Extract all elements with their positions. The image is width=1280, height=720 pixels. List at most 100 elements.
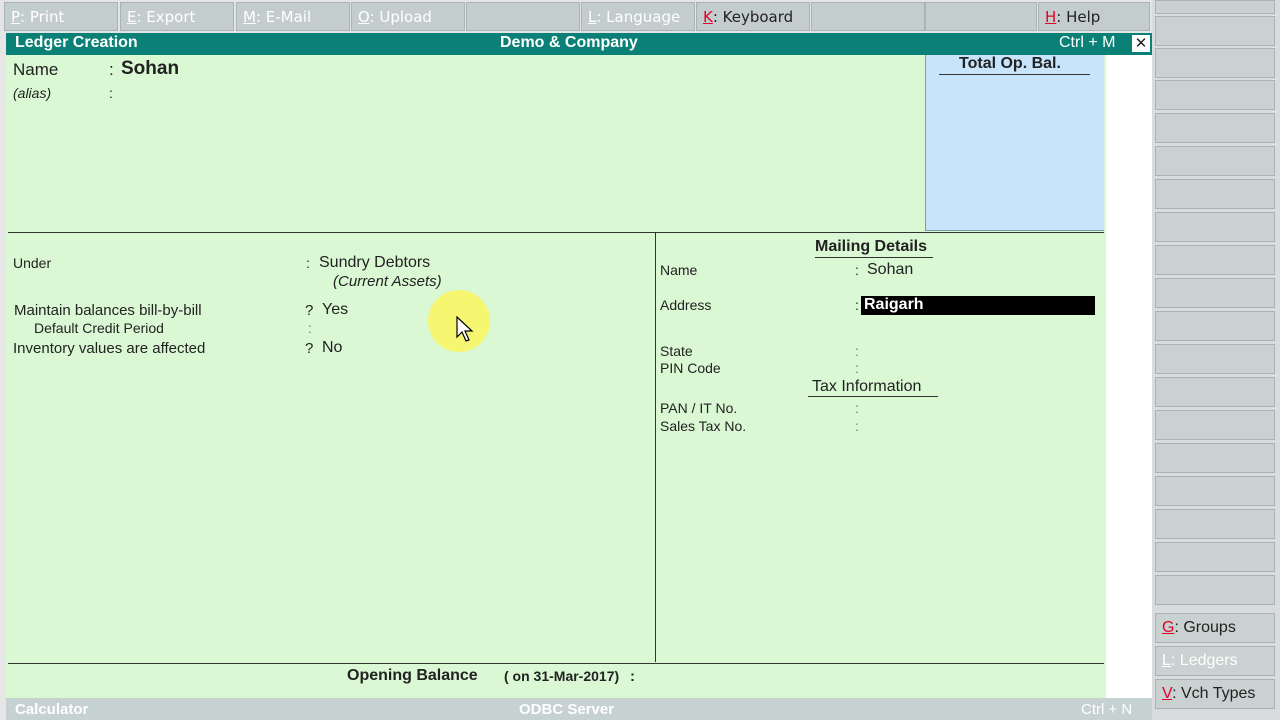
sidebar-button[interactable]: [1155, 113, 1275, 143]
colon: :: [109, 60, 114, 79]
button-sidebar: G: Groups L: Ledgers V: Vch Types: [1152, 0, 1280, 720]
credit-period-input[interactable]: [320, 320, 520, 336]
under-sub-group: (Current Assets): [333, 273, 442, 290]
print-button[interactable]: P: Print: [4, 2, 118, 31]
button-label: : Groups: [1174, 619, 1236, 636]
button-label: : Ledgers: [1170, 652, 1238, 669]
bottom-bar: Calculator ODBC Server Ctrl + N: [6, 698, 1152, 720]
sidebar-button[interactable]: [1155, 311, 1275, 341]
mailing-name-field[interactable]: Sohan: [867, 261, 913, 279]
sidebar-button[interactable]: [1155, 377, 1275, 407]
hotkey: M: [243, 8, 256, 26]
calculator-label[interactable]: Calculator: [15, 701, 88, 718]
pin-code-input[interactable]: [867, 360, 1087, 376]
hotkey: K: [703, 8, 713, 26]
colon: :: [855, 360, 859, 376]
sidebar-button[interactable]: [1155, 179, 1275, 209]
colon: :: [855, 418, 859, 434]
section-divider: [8, 232, 1104, 233]
sidebar-button[interactable]: [1155, 476, 1275, 506]
top-toolbar: P: Print E: Export M: E-Mail O: Upload L…: [0, 0, 1152, 33]
close-icon[interactable]: ✕: [1132, 35, 1150, 52]
under-field[interactable]: Sundry Debtors: [319, 254, 430, 272]
groups-button[interactable]: G: Groups: [1155, 613, 1275, 643]
title-bar: Ledger Creation Demo & Company Ctrl + M …: [6, 33, 1152, 55]
sales-tax-input[interactable]: [867, 418, 1087, 434]
hotkey: V: [1162, 685, 1173, 702]
button-label: : Print: [20, 8, 65, 26]
address-label: Address: [660, 297, 712, 313]
colon: :: [855, 262, 859, 278]
divider: [939, 74, 1090, 75]
keyboard-button[interactable]: K: Keyboard: [696, 2, 810, 31]
hotkey: H: [1045, 8, 1057, 26]
voucher-types-button[interactable]: V: Vch Types: [1155, 679, 1275, 709]
empty-button[interactable]: [466, 2, 580, 31]
sidebar-button[interactable]: [1155, 80, 1275, 110]
mouse-pointer-icon: [456, 316, 474, 342]
colon: :: [855, 400, 859, 416]
colon: :: [306, 255, 310, 271]
total-opening-balance-panel: Total Op. Bal.: [925, 55, 1104, 231]
inventory-field[interactable]: No: [322, 339, 342, 357]
state-input[interactable]: [867, 343, 1087, 359]
pan-label: PAN / IT No.: [660, 400, 738, 416]
button-label: : Upload: [369, 8, 432, 26]
address-input[interactable]: Raigarh: [861, 296, 1095, 315]
empty-button[interactable]: [811, 2, 925, 31]
under-label: Under: [13, 255, 52, 271]
sidebar-button[interactable]: [1155, 575, 1275, 605]
upload-button[interactable]: O: Upload: [351, 2, 465, 31]
mailing-name-label: Name: [660, 262, 698, 278]
sales-tax-label: Sales Tax No.: [660, 418, 747, 434]
name-label: Name: [13, 60, 59, 79]
pan-input[interactable]: [867, 400, 1087, 416]
sidebar-button[interactable]: [1155, 48, 1275, 78]
help-button[interactable]: H: Help: [1038, 2, 1150, 31]
sidebar-button[interactable]: [1155, 278, 1275, 308]
sidebar-button[interactable]: [1155, 146, 1275, 176]
question-mark: ?: [305, 340, 314, 357]
sidebar-button[interactable]: [1155, 344, 1275, 374]
sidebar-button[interactable]: [1155, 16, 1275, 46]
export-button[interactable]: E: Export: [120, 2, 234, 31]
right-gap: [1106, 55, 1152, 698]
sidebar-button[interactable]: [1155, 509, 1275, 539]
sidebar-button[interactable]: [1155, 410, 1275, 440]
pin-code-label: PIN Code: [660, 360, 721, 376]
colon: :: [630, 668, 635, 685]
alias-label: (alias): [13, 85, 52, 101]
sidebar-button[interactable]: [1155, 212, 1275, 242]
button-label: : E-Mail: [255, 8, 312, 26]
button-label: : Keyboard: [712, 8, 794, 26]
underline: [815, 257, 933, 258]
tax-information-title: Tax Information: [812, 378, 922, 395]
credit-period-label: Default Credit Period: [34, 320, 164, 336]
opening-balance-label: Opening Balance: [347, 667, 478, 684]
button-label: : Language: [596, 8, 681, 26]
colon: :: [109, 85, 113, 101]
alias-input[interactable]: [121, 84, 421, 102]
sidebar-button[interactable]: [1155, 443, 1275, 473]
inventory-label: Inventory values are affected: [13, 340, 206, 357]
ledgers-button[interactable]: L: Ledgers: [1155, 646, 1275, 676]
sidebar-button[interactable]: [1155, 245, 1275, 275]
empty-button[interactable]: [925, 2, 1037, 31]
underline: [808, 396, 938, 397]
bill-by-bill-label: Maintain balances bill-by-bill: [14, 302, 202, 319]
calculator-shortcut: Ctrl + N: [1081, 701, 1133, 718]
address-value: Raigarh: [864, 296, 924, 313]
column-divider: [655, 233, 656, 662]
hotkey: P: [11, 8, 21, 26]
mailing-details-title: Mailing Details: [815, 238, 928, 255]
shortcut-text: Ctrl + M: [1059, 34, 1116, 51]
section-divider: [8, 663, 1104, 664]
bill-by-bill-field[interactable]: Yes: [322, 301, 348, 319]
email-button[interactable]: M: E-Mail: [236, 2, 350, 31]
language-button[interactable]: L: Language: [581, 2, 695, 31]
sidebar-button[interactable]: [1155, 0, 1275, 14]
opening-balance-input[interactable]: [642, 668, 942, 686]
odbc-server-label: ODBC Server: [519, 701, 615, 718]
name-input[interactable]: Sohan: [121, 58, 179, 80]
sidebar-button[interactable]: [1155, 542, 1275, 572]
